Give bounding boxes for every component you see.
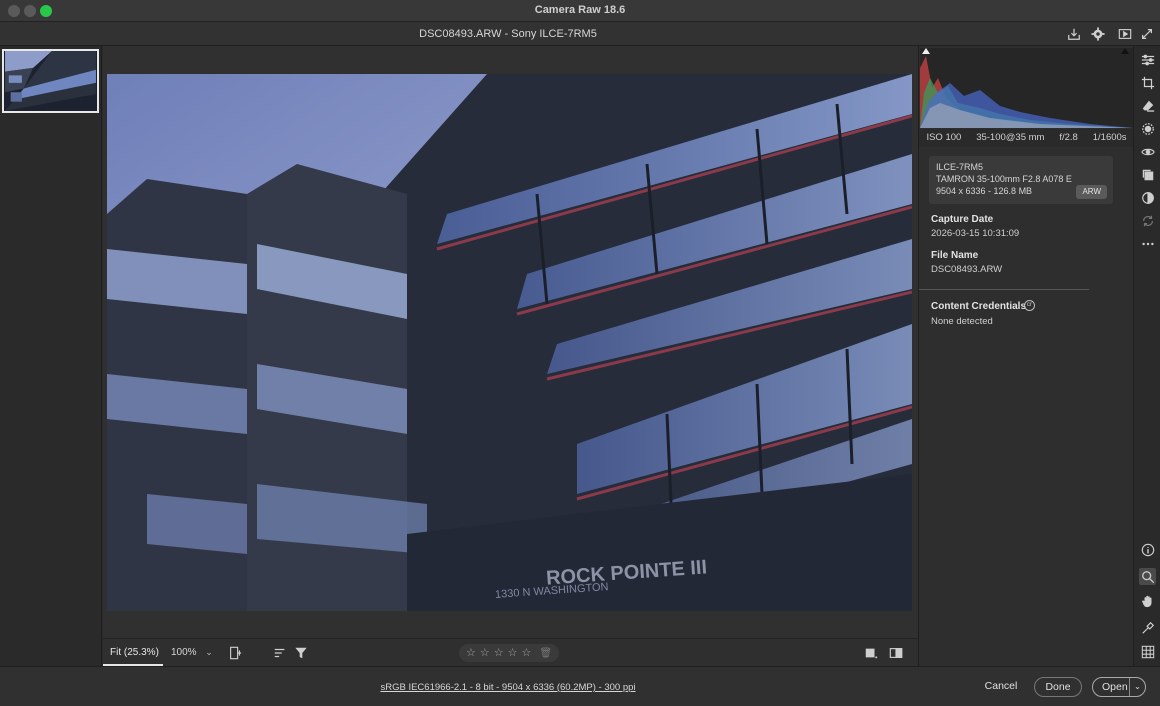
crop-icon[interactable]	[1139, 74, 1156, 91]
grid-overlay-icon[interactable]	[1139, 643, 1156, 660]
content-credentials-value: None detected	[931, 316, 993, 327]
histogram	[920, 48, 1133, 128]
camera-info-box: ILCE-7RM5 TAMRON 35-100mm F2.8 A078 E 95…	[929, 156, 1113, 204]
cancel-button[interactable]: Cancel	[978, 677, 1024, 697]
edit-sliders-icon[interactable]	[1139, 51, 1156, 68]
trash-icon[interactable]: 🗑	[539, 648, 552, 659]
filter-icon[interactable]	[293, 645, 309, 661]
panel-divider	[919, 289, 1089, 290]
capture-date-value: 2026-03-15 10:31:09	[931, 228, 1020, 239]
star-5[interactable]: ☆	[521, 647, 531, 659]
photo-preview[interactable]: ROCK POINTE III 1330 N WASHINGTON	[107, 74, 912, 611]
filmstrip-thumbnail[interactable]	[2, 49, 99, 113]
iso-value: ISO 100	[926, 132, 962, 143]
info-icon[interactable]	[1139, 541, 1156, 558]
redeye-icon[interactable]	[1139, 143, 1156, 160]
view-single-icon[interactable]	[863, 645, 879, 661]
metadata-panel: ISO 100 35-100@35 mm f/2.8 1/1600s ILCE-…	[918, 46, 1134, 666]
file-name-value: DSC08493.ARW	[931, 264, 1003, 275]
star-2[interactable]: ☆	[480, 647, 490, 659]
open-button[interactable]: Open ⌄	[1092, 677, 1146, 697]
focal-length-value: 35-100@35 mm	[976, 132, 1045, 143]
zoom-tool-icon[interactable]	[1139, 568, 1156, 585]
tool-strip	[1133, 46, 1160, 666]
hand-tool-icon[interactable]	[1139, 592, 1156, 609]
workflow-options-link[interactable]: sRGB IEC61966-2.1 - 8 bit - 9504 x 6336 …	[0, 682, 1016, 693]
filmstrip-toggle-icon[interactable]	[227, 645, 243, 661]
presets-icon[interactable]	[1139, 189, 1156, 206]
fullscreen-icon[interactable]	[1139, 26, 1155, 42]
eraser-icon[interactable]	[1139, 97, 1156, 114]
star-4[interactable]: ☆	[508, 647, 518, 659]
shadow-clipping-toggle[interactable]	[922, 48, 930, 54]
done-button[interactable]: Done	[1034, 677, 1082, 697]
exif-bar: ISO 100 35-100@35 mm f/2.8 1/1600s	[919, 129, 1134, 147]
capture-date-label: Capture Date	[931, 214, 994, 225]
sync-icon[interactable]	[1139, 212, 1156, 229]
more-options-icon[interactable]	[1139, 235, 1156, 252]
gear-icon[interactable]	[1090, 26, 1106, 42]
content-credentials-icon[interactable]: cr	[1024, 300, 1035, 311]
zoom-dropdown-caret[interactable]: ⌄	[203, 645, 215, 659]
zoom-100-button[interactable]: 100%	[171, 639, 197, 666]
title-bar: Camera Raw 18.6	[0, 0, 1160, 22]
slideshow-icon[interactable]	[1117, 26, 1133, 42]
lens-model: TAMRON 35-100mm F2.8 A078 E	[936, 174, 1072, 184]
file-name-label: File Name	[931, 250, 979, 261]
masking-icon[interactable]	[1139, 120, 1156, 137]
open-button-label: Open	[1102, 681, 1128, 693]
header-bar: DSC08493.ARW - Sony ILCE-7RM5	[0, 22, 1160, 46]
content-credentials-label: Content Credentials	[931, 301, 1027, 312]
image-preview-area[interactable]: ROCK POINTE III 1330 N WASHINGTON	[103, 46, 918, 638]
sort-icon[interactable]	[272, 645, 288, 661]
color-sampler-icon[interactable]	[1139, 619, 1156, 636]
camera-model: ILCE-7RM5	[936, 162, 984, 172]
zoom-fit-button[interactable]: Fit (25.3%)	[103, 639, 163, 666]
app-title: Camera Raw 18.6	[534, 4, 626, 16]
highlight-clipping-toggle[interactable]	[1121, 48, 1129, 54]
open-dropdown-caret[interactable]: ⌄	[1129, 678, 1145, 696]
file-title: DSC08493.ARW - Sony ILCE-7RM5	[419, 28, 597, 40]
format-badge: ARW	[1076, 185, 1107, 199]
filmstrip	[0, 46, 102, 666]
footer-bar: sRGB IEC61966-2.1 - 8 bit - 9504 x 6336 …	[0, 666, 1160, 706]
save-icon[interactable]	[1066, 26, 1082, 42]
shutter-value: 1/1600s	[1092, 132, 1127, 143]
star-1[interactable]: ☆	[466, 647, 476, 659]
aperture-value: f/2.8	[1059, 132, 1078, 143]
before-after-icon[interactable]	[888, 645, 904, 661]
snapshots-icon[interactable]	[1139, 166, 1156, 183]
star-rating: ☆ ☆ ☆ ☆ ☆ 🗑	[459, 644, 559, 662]
view-toolbar: Fit (25.3%) 100% ⌄ ☆ ☆ ☆ ☆ ☆ 🗑	[103, 638, 918, 666]
star-3[interactable]: ☆	[494, 647, 504, 659]
